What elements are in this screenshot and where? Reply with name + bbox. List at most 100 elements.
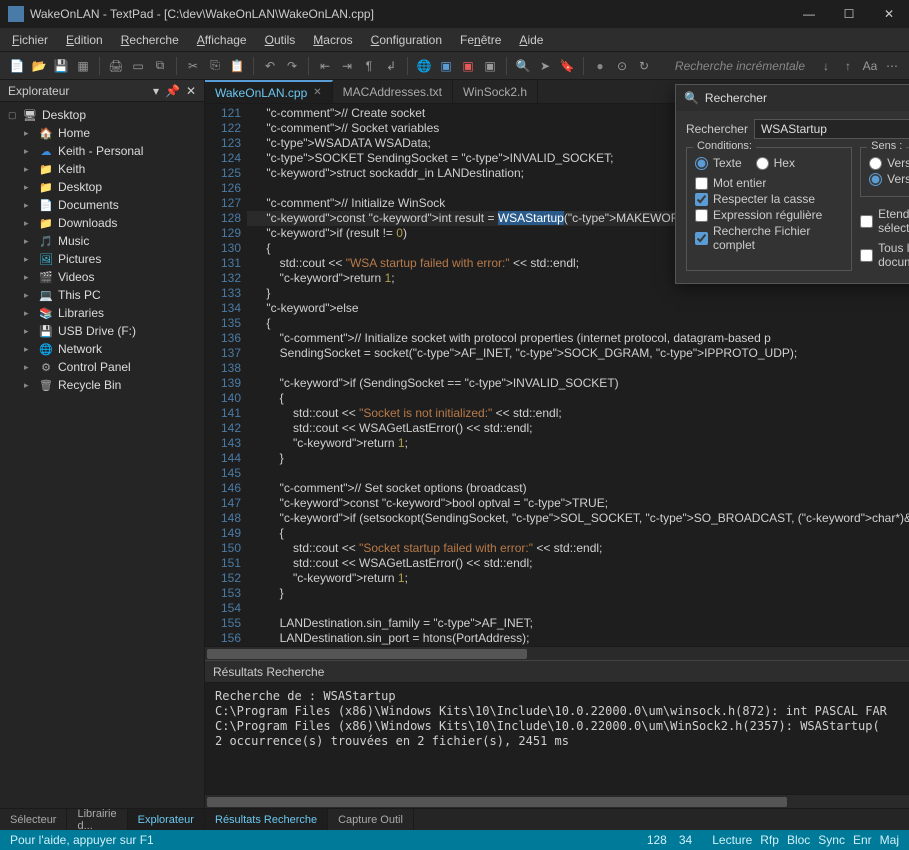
horizontal-scrollbar[interactable]: [205, 646, 909, 660]
maximize-button[interactable]: ☐: [837, 7, 861, 21]
check-tous-docs[interactable]: Tous les documents: [860, 241, 909, 269]
tree-item[interactable]: ▸💻This PC: [0, 286, 204, 304]
preview-icon[interactable]: ▭: [129, 57, 147, 75]
find-input[interactable]: [754, 119, 909, 139]
tree-expand-icon[interactable]: ▸: [24, 128, 34, 139]
find-next-icon[interactable]: ➤: [536, 57, 554, 75]
tree-expand-icon[interactable]: ▸: [24, 326, 34, 337]
tree-expand-icon[interactable]: ▸: [24, 380, 34, 391]
close-button[interactable]: ✕: [877, 7, 901, 21]
more-icon[interactable]: ⋯: [883, 57, 901, 75]
tree-item[interactable]: ▸🖼Pictures: [0, 250, 204, 268]
menu-fenetre[interactable]: Fenêtre: [460, 33, 501, 47]
tree-expand-icon[interactable]: ▸: [24, 182, 34, 193]
play-icon[interactable]: ⊙: [613, 57, 631, 75]
menu-edition[interactable]: Edition: [66, 33, 103, 47]
tab-librairie[interactable]: Librairie d...: [67, 809, 127, 830]
tree-item[interactable]: ▸📁Keith: [0, 160, 204, 178]
tree-expand-icon[interactable]: ▸: [24, 272, 34, 283]
indent-right-icon[interactable]: ⇥: [338, 57, 356, 75]
tab-explorateur[interactable]: Explorateur: [128, 809, 205, 830]
results-hscroll-thumb[interactable]: [207, 797, 787, 807]
menu-aide[interactable]: Aide: [519, 33, 543, 47]
menu-fichier[interactable]: Fichier: [12, 33, 48, 47]
pilcrow-icon[interactable]: ¶: [360, 57, 378, 75]
compare-icon[interactable]: ⧉: [151, 57, 169, 75]
tree-item[interactable]: ▸🏠Home: [0, 124, 204, 142]
save-icon[interactable]: 💾: [52, 57, 70, 75]
check-expression-reg[interactable]: Expression régulière: [695, 208, 843, 222]
check-mot-entier[interactable]: Mot entier: [695, 176, 843, 190]
tree-item[interactable]: ▸🎵Music: [0, 232, 204, 250]
tab-selecteur[interactable]: Sélecteur: [0, 809, 67, 830]
menu-recherche[interactable]: Recherche: [121, 33, 179, 47]
tab-close-icon[interactable]: ✕: [313, 87, 321, 98]
editor-tab[interactable]: WakeOnLAN.cpp✕: [205, 80, 333, 103]
tree-expand-icon[interactable]: ▸: [24, 254, 34, 265]
minimize-button[interactable]: —: [797, 7, 821, 21]
tree-item[interactable]: ▸📁Desktop: [0, 178, 204, 196]
results-text[interactable]: Recherche de : WSAStartup C:\Program Fil…: [205, 683, 909, 794]
tool2-icon[interactable]: ▣: [459, 57, 477, 75]
hscroll-thumb[interactable]: [207, 649, 527, 659]
tree-item[interactable]: ▸📁Downloads: [0, 214, 204, 232]
explorer-tree[interactable]: ▢ 🖥 Desktop ▸🏠Home▸☁Keith - Personal▸📁Ke…: [0, 102, 204, 808]
record-icon[interactable]: ●: [591, 57, 609, 75]
editor-tab[interactable]: MACAddresses.txt: [333, 80, 453, 103]
tree-item[interactable]: ▸🎬Videos: [0, 268, 204, 286]
web-icon[interactable]: 🌐: [415, 57, 433, 75]
print-icon[interactable]: 🖨: [107, 57, 125, 75]
bookmark-icon[interactable]: 🔖: [558, 57, 576, 75]
wrap-icon[interactable]: ↲: [382, 57, 400, 75]
check-etendre[interactable]: Etendre la sélection: [860, 207, 909, 235]
check-recherche-fichier[interactable]: Recherche Fichier complet: [695, 224, 843, 252]
tree-item[interactable]: ▸📚Libraries: [0, 304, 204, 322]
indent-left-icon[interactable]: ⇤: [316, 57, 334, 75]
tree-item[interactable]: ▸⚙Control Panel: [0, 358, 204, 376]
tree-item[interactable]: ▸🗑Recycle Bin: [0, 376, 204, 394]
tool1-icon[interactable]: ▣: [437, 57, 455, 75]
tree-item[interactable]: ▸💾USB Drive (F:): [0, 322, 204, 340]
tool3-icon[interactable]: ▣: [481, 57, 499, 75]
cut-icon[interactable]: ✂: [184, 57, 202, 75]
tree-expand-icon[interactable]: ▸: [24, 236, 34, 247]
tree-item[interactable]: ▸☁Keith - Personal: [0, 142, 204, 160]
copy-icon[interactable]: ⎘: [206, 57, 224, 75]
tree-expand-icon[interactable]: ▸: [24, 344, 34, 355]
find-icon[interactable]: 🔍: [514, 57, 532, 75]
radio-hex[interactable]: Hex: [756, 156, 795, 170]
tree-expand-icon[interactable]: ▸: [24, 200, 34, 211]
case-icon[interactable]: Aa: [861, 57, 879, 75]
tree-expand-icon[interactable]: ▸: [24, 146, 34, 157]
panel-pin-icon[interactable]: 📌: [165, 84, 180, 98]
redo-icon[interactable]: ↷: [283, 57, 301, 75]
menu-outils[interactable]: Outils: [265, 33, 296, 47]
open-file-icon[interactable]: 📂: [30, 57, 48, 75]
save-all-icon[interactable]: ▦: [74, 57, 92, 75]
tree-item[interactable]: ▸📄Documents: [0, 196, 204, 214]
results-hscrollbar[interactable]: [205, 794, 909, 808]
menu-affichage[interactable]: Affichage: [197, 33, 247, 47]
panel-close-icon[interactable]: ✕: [186, 84, 196, 98]
tree-expand-icon[interactable]: ▸: [24, 218, 34, 229]
paste-icon[interactable]: 📋: [228, 57, 246, 75]
radio-texte[interactable]: Texte: [695, 156, 742, 170]
check-respecter-casse[interactable]: Respecter la casse: [695, 192, 843, 206]
tree-expand-icon[interactable]: ▸: [24, 290, 34, 301]
tree-item[interactable]: ▸🌐Network: [0, 340, 204, 358]
tab-capture[interactable]: Capture Outil: [328, 809, 414, 830]
tree-expand-icon[interactable]: ▸: [24, 308, 34, 319]
tree-expand-icon[interactable]: ▸: [24, 362, 34, 373]
menu-macros[interactable]: Macros: [313, 33, 352, 47]
stop-icon[interactable]: ↻: [635, 57, 653, 75]
radio-vers-bas[interactable]: Vers le bas: [869, 172, 909, 186]
tab-resultats[interactable]: Résultats Recherche: [205, 809, 328, 830]
new-file-icon[interactable]: 📄: [8, 57, 26, 75]
tree-collapse-icon[interactable]: ▢: [8, 110, 18, 121]
tree-root[interactable]: ▢ 🖥 Desktop: [0, 106, 204, 124]
editor-tab[interactable]: WinSock2.h: [453, 80, 538, 103]
search-down-icon[interactable]: ↓: [817, 57, 835, 75]
radio-vers-haut[interactable]: Vers le haut: [869, 156, 909, 170]
undo-icon[interactable]: ↶: [261, 57, 279, 75]
incremental-search[interactable]: Recherche incrémentale: [675, 59, 805, 73]
